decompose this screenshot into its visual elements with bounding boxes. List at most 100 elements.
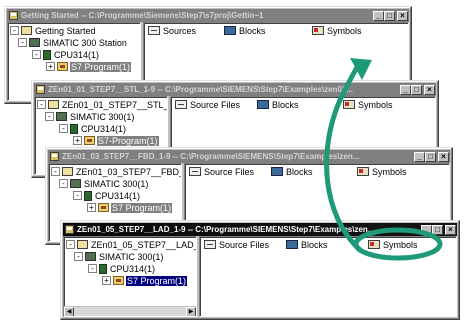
collapse-icon[interactable]: - — [18, 38, 27, 47]
collapse-icon[interactable]: - — [10, 26, 19, 35]
cpu-icon — [70, 123, 78, 134]
object-label: Symbols — [327, 25, 362, 36]
tree-item-cpu[interactable]: - CPU314(1) — [73, 190, 141, 201]
collapse-icon[interactable]: - — [59, 179, 68, 188]
tree-item-program[interactable]: + S7 Program(1) — [87, 202, 173, 213]
project-icon — [65, 225, 74, 234]
object-label: Symbols — [383, 239, 418, 250]
station-icon — [70, 179, 81, 188]
title-bar[interactable]: ZEn01_05_STEP7__LAD_1-9 -- C:\Programme\… — [63, 223, 457, 236]
blocks-icon — [224, 26, 236, 35]
window-lad-example[interactable]: ZEn01_05_STEP7__LAD_1-9 -- C:\Programme\… — [60, 220, 460, 320]
tree-item-project[interactable]: - ZEn01_05_STEP7__LAD_1-! — [66, 239, 197, 250]
tree-item-label: ZEn01_05_STEP7__LAD_1-! — [91, 239, 197, 250]
object-blocks[interactable]: Blocks — [257, 99, 299, 110]
maximize-button[interactable]: □ — [425, 151, 436, 162]
object-pane[interactable]: Source Files Blocks Symbols — [199, 236, 457, 317]
object-blocks[interactable]: Blocks — [286, 239, 328, 250]
title-bar[interactable]: ZEn01_03_STEP7__FBD_1-9 -- C:\Programme\… — [48, 150, 450, 163]
tree-item-label: SIMATIC 300(1) — [99, 251, 164, 262]
tree-item-cpu[interactable]: - CPU314(1) — [32, 49, 100, 60]
close-button[interactable]: × — [438, 151, 449, 162]
minimize-button[interactable]: _ — [373, 10, 384, 21]
collapse-icon[interactable]: - — [59, 124, 68, 133]
tree-item-label: SIMATIC 300(1) — [84, 178, 149, 189]
title-bar[interactable]: Getting Started -- C:\Programme\Siemens\… — [7, 9, 409, 22]
project-tree[interactable]: - ZEn01_05_STEP7__LAD_1-! - SIMATIC 300(… — [63, 236, 197, 317]
symbols-icon — [368, 240, 380, 249]
tree-item-label: S7 Program(1) — [111, 202, 173, 213]
sources-icon — [189, 167, 201, 176]
tree-item-station[interactable]: - SIMATIC 300 Station — [18, 37, 128, 48]
program-icon — [98, 203, 109, 212]
object-source-files[interactable]: Source Files — [204, 239, 269, 250]
minimize-button[interactable]: _ — [421, 224, 432, 235]
maximize-button[interactable]: □ — [432, 224, 443, 235]
object-symbols[interactable]: Symbols — [343, 99, 393, 110]
object-label: Blocks — [272, 99, 299, 110]
blocks-icon — [286, 240, 298, 249]
cpu-icon — [84, 190, 92, 201]
object-blocks[interactable]: Blocks — [224, 25, 266, 36]
collapse-icon[interactable]: - — [45, 112, 54, 121]
collapse-icon[interactable]: - — [37, 100, 46, 109]
project-icon — [9, 11, 18, 20]
tree-item-label: S7 Program(1) — [126, 275, 188, 286]
expand-icon[interactable]: + — [87, 203, 96, 212]
tree-item-station[interactable]: - SIMATIC 300(1) — [45, 111, 135, 122]
project-icon — [48, 100, 59, 109]
object-label: Source Files — [190, 99, 241, 110]
station-icon — [29, 38, 40, 47]
maximize-button[interactable]: □ — [411, 84, 422, 95]
window-title: Getting Started -- C:\Programme\Siemens\… — [21, 11, 264, 20]
collapse-icon[interactable]: - — [51, 167, 60, 176]
minimize-button[interactable]: _ — [400, 84, 411, 95]
tree-item-program[interactable]: + S7 Program(1) — [46, 61, 132, 72]
object-source-files[interactable]: Source Files — [175, 99, 240, 110]
symbols-icon — [357, 167, 369, 176]
object-symbols[interactable]: Symbols — [368, 239, 418, 250]
project-icon — [36, 85, 45, 94]
collapse-icon[interactable]: - — [73, 191, 82, 200]
expand-icon[interactable]: + — [73, 136, 82, 145]
object-label: Blocks — [239, 25, 266, 36]
close-button[interactable]: × — [445, 224, 456, 235]
object-sources[interactable]: Sources — [148, 25, 196, 36]
collapse-icon[interactable]: - — [74, 252, 83, 261]
tree-item-project[interactable]: - ZEn01_01_STEP7__STL_1- — [37, 99, 168, 110]
tree-item-project[interactable]: - Getting Started — [10, 25, 97, 36]
minimize-button[interactable]: _ — [414, 151, 425, 162]
tree-item-cpu[interactable]: - CPU314(1) — [59, 123, 127, 134]
tree-item-project[interactable]: - ZEn01_03_STEP7__FBD_1-! — [51, 166, 181, 177]
project-icon — [62, 167, 73, 176]
object-symbols[interactable]: Symbols — [357, 166, 407, 177]
title-bar[interactable]: ZEn01_01_STEP7__STL_1-9 -- C:\Programme\… — [34, 83, 436, 96]
tree-item-program[interactable]: + S7 Program(1) — [102, 275, 188, 286]
collapse-icon[interactable]: - — [66, 240, 75, 249]
object-label: Blocks — [301, 239, 328, 250]
maximize-button[interactable]: □ — [384, 10, 395, 21]
tree-item-label: S7-Program(1) — [97, 135, 159, 146]
horizontal-scrollbar[interactable]: ◀ ▶ — [64, 306, 196, 316]
scroll-left-icon[interactable]: ◀ — [64, 307, 74, 316]
expand-icon[interactable]: + — [46, 62, 55, 71]
collapse-icon[interactable]: - — [32, 50, 41, 59]
tree-item-cpu[interactable]: - CPU314(1) — [88, 263, 156, 274]
tree-item-program[interactable]: + S7-Program(1) — [73, 135, 159, 146]
close-button[interactable]: × — [424, 84, 435, 95]
expand-icon[interactable]: + — [102, 276, 111, 285]
collapse-icon[interactable]: - — [88, 264, 97, 273]
cpu-icon — [99, 263, 107, 274]
sources-icon — [175, 100, 187, 109]
object-source-files[interactable]: Source Files — [189, 166, 254, 177]
scroll-right-icon[interactable]: ▶ — [186, 307, 196, 316]
object-symbols[interactable]: Symbols — [312, 25, 362, 36]
tree-item-station[interactable]: - SIMATIC 300(1) — [59, 178, 149, 189]
object-blocks[interactable]: Blocks — [271, 166, 313, 177]
tree-item-label: ZEn01_01_STEP7__STL_1- — [62, 99, 168, 110]
tree-item-label: CPU314(1) — [81, 123, 127, 134]
tree-item-station[interactable]: - SIMATIC 300(1) — [74, 251, 164, 262]
window-title: ZEn01_01_STEP7__STL_1-9 -- C:\Programme\… — [48, 85, 354, 94]
program-icon — [57, 62, 68, 71]
close-button[interactable]: × — [397, 10, 408, 21]
